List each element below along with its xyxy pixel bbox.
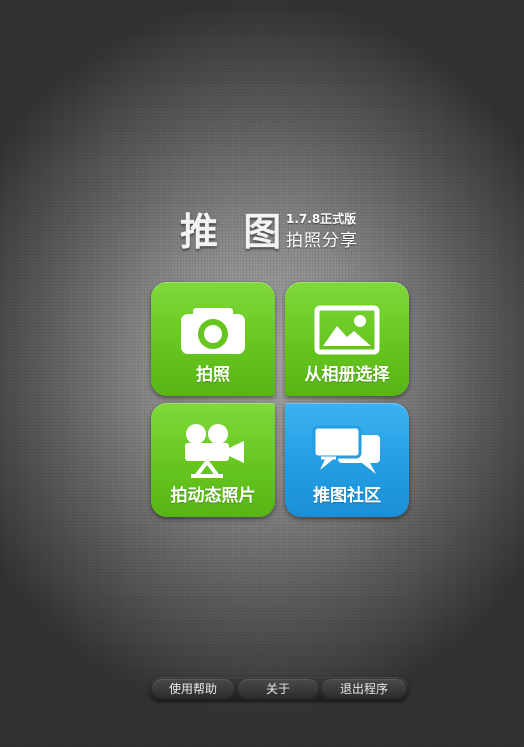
community-label: 推图社区	[313, 486, 381, 506]
image-icon	[285, 302, 409, 358]
take-photo-button[interactable]: 拍照	[151, 282, 275, 396]
app-tagline: 拍照分享	[286, 231, 358, 251]
choose-from-album-label: 从相册选择	[304, 365, 390, 385]
take-animated-photo-label: 拍动态照片	[170, 486, 256, 506]
community-button[interactable]: 推图社区	[285, 403, 409, 517]
app-version: 1.7.8正式版	[286, 212, 357, 226]
app-logo: 推 图 1.7.8正式版 拍照分享	[180, 210, 380, 258]
take-animated-photo-button[interactable]: 拍动态照片	[151, 403, 275, 517]
camera-icon	[151, 302, 275, 358]
about-button[interactable]: 关于	[238, 679, 318, 699]
chat-bubbles-icon	[285, 423, 409, 479]
choose-from-album-button[interactable]: 从相册选择	[285, 282, 409, 396]
help-button[interactable]: 使用帮助	[152, 679, 234, 699]
exit-button[interactable]: 退出程序	[322, 679, 406, 699]
take-photo-label: 拍照	[196, 365, 230, 385]
video-camera-icon	[151, 423, 275, 479]
app-title: 推 图	[180, 210, 288, 254]
bottom-toolbar: 使用帮助 关于 退出程序	[149, 677, 409, 701]
